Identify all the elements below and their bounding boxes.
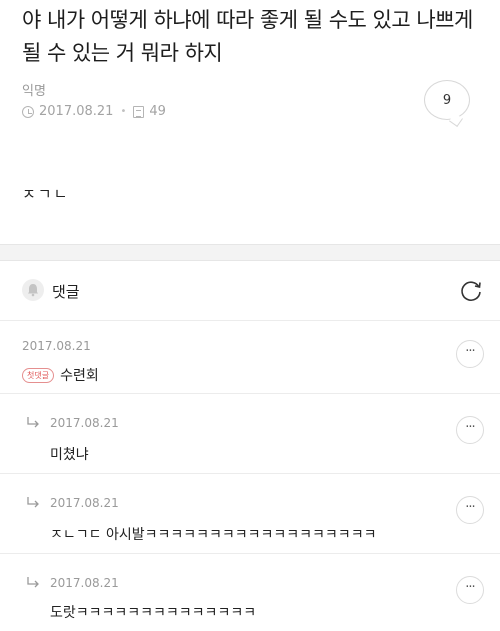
more-button[interactable]: ··· — [456, 416, 484, 444]
reply-item: 2017.08.21 ㅈㄴㄱㄷ 아시발ㅋㅋㅋㅋㅋㅋㅋㅋㅋㅋㅋㅋㅋㅋㅋㅋㅋㅋ ··… — [0, 474, 500, 554]
first-comment-badge: 첫댓글 — [22, 368, 55, 383]
comment-text: ㅈㄴㄱㄷ 아시발ㅋㅋㅋㅋㅋㅋㅋㅋㅋㅋㅋㅋㅋㅋㅋㅋㅋㅋ — [50, 527, 377, 543]
separator-dot: • — [120, 106, 127, 117]
comment-text-row: 첫댓글 수련회 — [22, 365, 99, 385]
refresh-icon[interactable] — [458, 278, 484, 304]
comment-count-bubble[interactable]: 9 — [424, 80, 470, 120]
comment-text: 도랏ㅋㅋㅋㅋㅋㅋㅋㅋㅋㅋㅋㅋㅋㅋ — [50, 605, 257, 621]
more-button[interactable]: ··· — [456, 576, 484, 604]
post-views: 49 — [149, 104, 166, 119]
comment-date: 2017.08.21 — [50, 416, 119, 430]
reply-arrow-icon — [27, 497, 39, 508]
more-button[interactable]: ··· — [456, 496, 484, 524]
post-body: ㅈㄱㄴ — [22, 185, 70, 203]
reply-item: 2017.08.21 도랏ㅋㅋㅋㅋㅋㅋㅋㅋㅋㅋㅋㅋㅋㅋ ··· — [0, 554, 500, 631]
more-button[interactable]: ··· — [456, 340, 484, 368]
comments-header: 댓글 — [0, 261, 500, 321]
comments-label: 댓글 — [52, 283, 80, 301]
comment-date: 2017.08.21 — [50, 496, 119, 510]
comment-date: 2017.08.21 — [22, 339, 91, 353]
post-author: 익명 — [22, 84, 46, 99]
comment-text: 미쳤냐 — [50, 447, 89, 463]
reply-arrow-icon — [27, 417, 39, 428]
reply-item: 2017.08.21 미쳤냐 ··· — [0, 394, 500, 474]
post-title: 야 내가 어떻게 하냐에 따라 좋게 될 수도 있고 나쁘게 될 수 있는 거 … — [22, 8, 473, 65]
post: 야 내가 어떻게 하냐에 따라 좋게 될 수도 있고 나쁘게 될 수 있는 거 … — [0, 0, 500, 244]
reply-arrow-icon — [27, 577, 39, 588]
bell-icon[interactable] — [22, 279, 44, 301]
comment-text: 수련회 — [60, 368, 99, 384]
section-divider — [0, 244, 500, 261]
post-date: 2017.08.21 — [39, 104, 114, 119]
comment-item: 2017.08.21 첫댓글 수련회 ··· — [0, 321, 500, 394]
post-meta: 2017.08.21 • 49 — [22, 104, 166, 119]
clock-icon — [22, 105, 34, 118]
comment-date: 2017.08.21 — [50, 576, 119, 590]
views-icon — [133, 105, 145, 118]
comment-count: 9 — [442, 92, 452, 108]
